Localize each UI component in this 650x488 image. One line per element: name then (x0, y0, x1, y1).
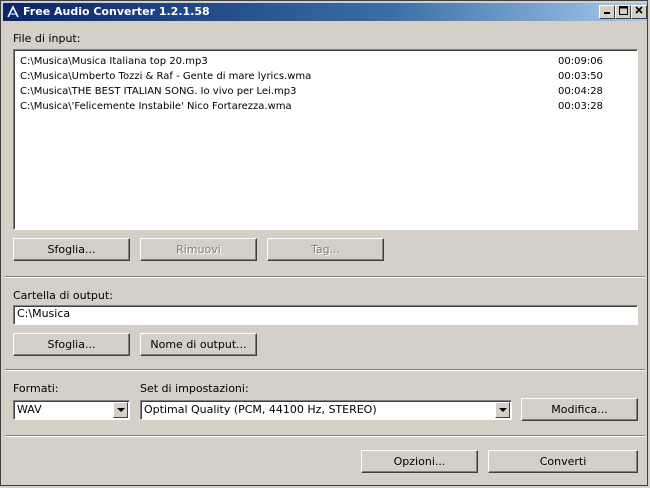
title-bar[interactable]: Free Audio Converter 1.2.1.58 (3, 3, 647, 21)
format-select-value: WAV (17, 403, 42, 416)
input-file-list[interactable]: C:\Musica\Musica Italiana top 20.mp3 00:… (13, 49, 638, 230)
minimize-icon (604, 12, 610, 14)
window-title: Free Audio Converter 1.2.1.58 (23, 5, 210, 18)
section-divider (5, 369, 645, 371)
convert-button[interactable]: Converti (488, 450, 638, 473)
file-row[interactable]: C:\Musica\THE BEST ITALIAN SONG. Io vivo… (20, 84, 630, 99)
output-name-button[interactable]: Nome di output... (140, 333, 257, 356)
format-select[interactable]: WAV (13, 400, 130, 420)
input-files-label: File di input: (13, 32, 81, 45)
file-path: C:\Musica\'Felicemente Instabile' Nico F… (20, 101, 292, 112)
minimize-button[interactable] (599, 5, 615, 19)
output-folder-field[interactable]: C:\Musica (13, 305, 638, 325)
output-folder-label: Cartella di output: (13, 289, 113, 302)
section-divider (5, 435, 645, 437)
file-duration: 00:03:50 (558, 71, 603, 82)
options-button[interactable]: Opzioni... (361, 450, 478, 473)
browse-input-button[interactable]: Sfoglia... (13, 238, 130, 261)
file-duration: 00:03:28 (558, 101, 603, 112)
tag-button[interactable]: Tag... (267, 238, 384, 261)
close-icon (635, 6, 643, 14)
settings-label: Set di impostazioni: (140, 382, 249, 395)
file-path: C:\Musica\THE BEST ITALIAN SONG. Io vivo… (20, 86, 297, 97)
chevron-down-icon[interactable] (495, 402, 510, 418)
maximize-button[interactable] (615, 5, 631, 19)
file-path: C:\Musica\Umberto Tozzi & Raf - Gente di… (20, 71, 312, 82)
file-row[interactable]: C:\Musica\'Felicemente Instabile' Nico F… (20, 99, 630, 114)
file-duration: 00:09:06 (558, 56, 603, 67)
file-row[interactable]: C:\Musica\Musica Italiana top 20.mp3 00:… (20, 54, 630, 69)
file-row[interactable]: C:\Musica\Umberto Tozzi & Raf - Gente di… (20, 69, 630, 84)
file-duration: 00:04:28 (558, 86, 603, 97)
app-logo-icon (6, 5, 20, 19)
settings-preset-value: Optimal Quality (PCM, 44100 Hz, STEREO) (144, 403, 377, 416)
formats-label: Formati: (13, 382, 59, 395)
browse-output-button[interactable]: Sfoglia... (13, 333, 130, 356)
remove-button[interactable]: Rimuovi (140, 238, 257, 261)
app-window: Free Audio Converter 1.2.1.58 File di in… (0, 0, 648, 486)
modify-button[interactable]: Modifica... (521, 398, 638, 421)
settings-preset-select[interactable]: Optimal Quality (PCM, 44100 Hz, STEREO) (140, 400, 512, 420)
maximize-icon (618, 6, 628, 15)
close-button[interactable] (631, 5, 647, 19)
file-path: C:\Musica\Musica Italiana top 20.mp3 (20, 56, 208, 67)
section-divider (5, 276, 645, 278)
chevron-down-icon[interactable] (113, 402, 128, 418)
